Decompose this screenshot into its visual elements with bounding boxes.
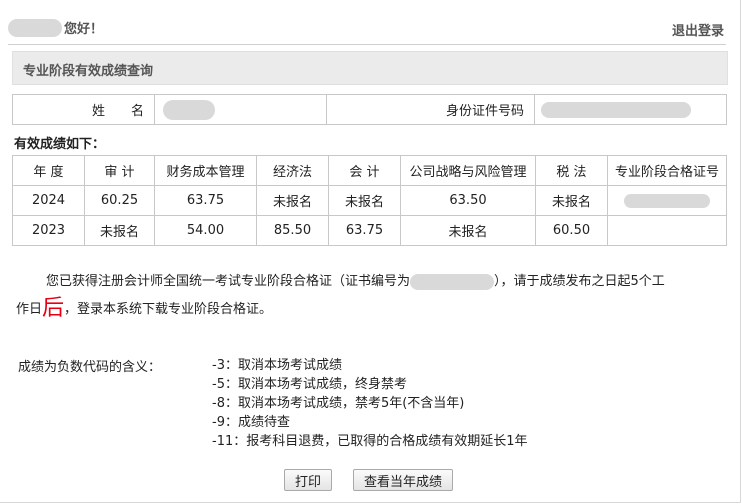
table-row: 2024 60.25 63.75 未报名 未报名 63.50 未报名 xyxy=(12,185,727,216)
cell-financial-cost-management: 54.00 xyxy=(154,215,257,246)
cell-certificate-no xyxy=(607,185,727,216)
col-economic-law: 经济法 xyxy=(256,155,329,186)
cell-economic-law: 85.50 xyxy=(256,215,329,246)
code-item: -3：取消本场考试成绩 xyxy=(212,358,342,373)
notice-line-1: 您已获得注册会计师全国统一考试专业阶段合格证（证书编号为 ），请于成绩发布之日起5… xyxy=(16,268,716,295)
personal-info-table: 姓 名 身份证件号码 xyxy=(12,94,727,125)
name-label: 姓 名 xyxy=(12,94,155,125)
name-value xyxy=(154,94,327,125)
notice-line-2: 作日后，登录本系统下载专业阶段合格证。 xyxy=(16,295,716,323)
col-audit: 审 计 xyxy=(84,155,155,186)
notice-part-3: 作日 xyxy=(16,302,43,317)
redacted-name xyxy=(163,99,215,120)
cell-audit: 60.25 xyxy=(84,185,155,216)
section-title: 专业阶段有效成绩查询 xyxy=(23,64,154,79)
codes-list: -3：取消本场考试成绩 -5：取消本场考试成绩，终身禁考 -8：取消本场考试成绩… xyxy=(212,356,528,451)
top-bar: 您好！ 退出登录 xyxy=(8,16,726,45)
scores-table: 年 度 审 计 财务成本管理 经济法 会 计 公司战略与风险管理 税 法 专业阶… xyxy=(12,155,727,246)
redacted-username xyxy=(8,18,62,37)
code-item: -8：取消本场考试成绩，禁考5年(不含当年) xyxy=(212,396,465,411)
info-row: 姓 名 身份证件号码 xyxy=(12,94,727,125)
code-item: -5：取消本场考试成绩，终身禁考 xyxy=(212,377,407,392)
col-tax-law: 税 法 xyxy=(535,155,608,186)
id-value xyxy=(534,94,727,125)
cell-tax-law: 60.50 xyxy=(535,215,608,246)
id-label: 身份证件号码 xyxy=(326,94,535,125)
col-certificate-no: 专业阶段合格证号 xyxy=(607,155,727,186)
col-strategy-risk: 公司战略与风险管理 xyxy=(400,155,536,186)
col-financial-cost-management: 财务成本管理 xyxy=(154,155,257,186)
cell-certificate-no xyxy=(607,215,727,246)
cell-strategy-risk: 63.50 xyxy=(400,185,536,216)
notice-part-4: ，登录本系统下载专业阶段合格证。 xyxy=(64,302,273,317)
cell-year: 2023 xyxy=(12,215,85,246)
certificate-notice: 您已获得注册会计师全国统一考试专业阶段合格证（证书编号为 ），请于成绩发布之日起5… xyxy=(16,268,716,323)
cell-economic-law: 未报名 xyxy=(256,185,329,216)
greeting: 您好！ xyxy=(8,18,103,37)
cell-accounting: 63.75 xyxy=(328,215,401,246)
col-year: 年 度 xyxy=(12,155,85,186)
notice-emphasis: 后 xyxy=(42,296,65,321)
scores-heading: 有效成绩如下： xyxy=(14,137,106,152)
code-item: -11：报考科目退费，已取得的合格成绩有效期延长1年 xyxy=(212,434,528,449)
logout-link[interactable]: 退出登录 xyxy=(672,20,724,39)
col-accounting: 会 计 xyxy=(328,155,401,186)
cell-strategy-risk: 未报名 xyxy=(400,215,536,246)
cell-accounting: 未报名 xyxy=(328,185,401,216)
codes-label: 成绩为负数代码的含义： xyxy=(18,360,162,375)
greeting-text: 您好！ xyxy=(64,22,104,37)
print-button[interactable]: 打印 xyxy=(284,469,333,491)
code-item: -9：成绩待查 xyxy=(212,415,290,430)
cell-financial-cost-management: 63.75 xyxy=(154,185,257,216)
notice-part-2: ），请于成绩发布之日起5个工 xyxy=(494,274,665,289)
table-header-row: 年 度 审 计 财务成本管理 经济法 会 计 公司战略与风险管理 税 法 专业阶… xyxy=(12,155,727,186)
table-row: 2023 未报名 54.00 85.50 63.75 未报名 60.50 xyxy=(12,215,727,246)
redacted-certificate-number xyxy=(410,273,495,290)
section-header: 专业阶段有效成绩查询 xyxy=(12,51,728,85)
cell-audit: 未报名 xyxy=(84,215,155,246)
view-current-year-button[interactable]: 查看当年成绩 xyxy=(353,469,454,491)
cell-tax-law: 未报名 xyxy=(535,185,608,216)
cell-year: 2024 xyxy=(12,185,85,216)
redacted-certificate-no xyxy=(624,193,710,208)
notice-part-1: 您已获得注册会计师全国统一考试专业阶段合格证（证书编号为 xyxy=(46,274,411,289)
redacted-id xyxy=(541,101,691,118)
